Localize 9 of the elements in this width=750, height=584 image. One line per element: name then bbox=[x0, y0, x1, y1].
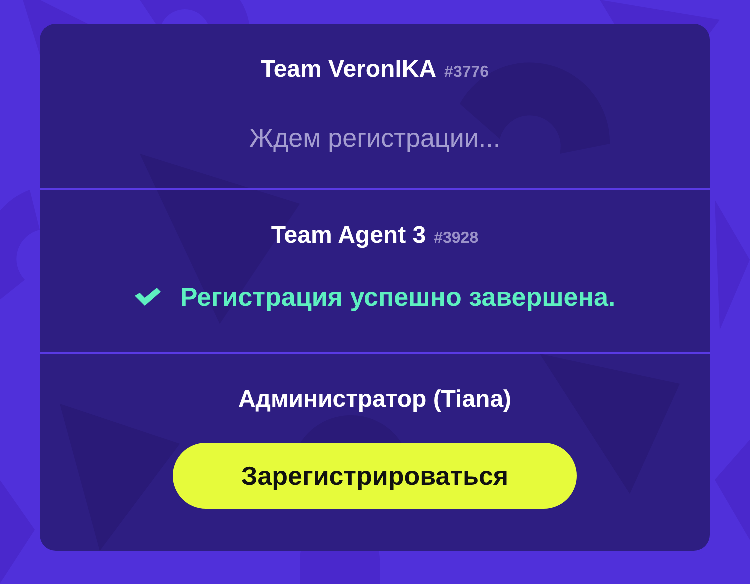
team-name: Team VeronIKA bbox=[260, 55, 437, 85]
waiting-status: Ждем регистрации... bbox=[249, 122, 501, 155]
admin-name: Администратор (Tiana) bbox=[238, 385, 512, 415]
team-number: #3776 bbox=[444, 63, 490, 83]
team-name: Team Agent 3 bbox=[271, 221, 426, 251]
register-button[interactable]: Зарегистрироваться bbox=[173, 443, 577, 509]
success-status: Регистрация успешно завершена. bbox=[180, 281, 616, 314]
team-number: #3928 bbox=[434, 229, 479, 249]
check-icon bbox=[134, 287, 162, 307]
